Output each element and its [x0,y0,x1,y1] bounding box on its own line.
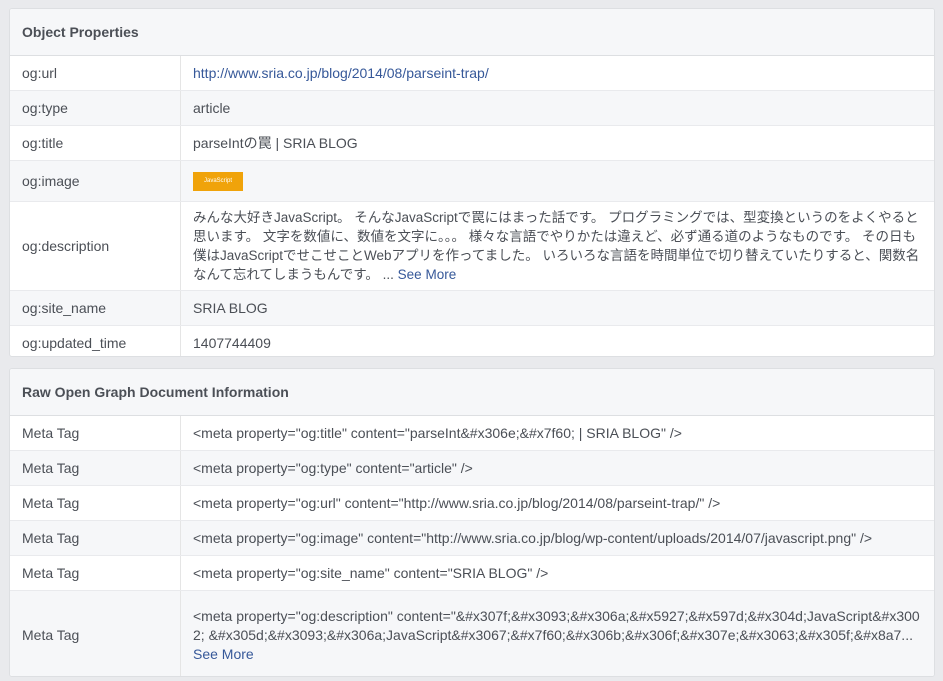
meta-tag-row: Meta Tag <meta property="og:site_name" c… [10,556,934,591]
meta-tag-row: Meta Tag <meta property="og:image" conte… [10,521,934,556]
see-more-link[interactable]: See More [193,646,254,662]
og-description-text: みんな大好きJavaScript。 そんなJavaScriptで罠にはまった話で… [193,210,920,282]
property-key: og:image [10,161,181,201]
property-row-og-type: og:type article [10,91,934,126]
property-key: og:site_name [10,291,181,325]
property-key: og:type [10,91,181,125]
property-row-og-title: og:title parseIntの罠 | SRIA BLOG [10,126,934,161]
property-value: article [193,100,231,116]
meta-tag-key: Meta Tag [10,591,181,676]
meta-tag-row: Meta Tag <meta property="og:title" conte… [10,416,934,451]
meta-tag-key: Meta Tag [10,416,181,450]
meta-tag-row: Meta Tag <meta property="og:type" conten… [10,451,934,486]
meta-tag-row: Meta Tag <meta property="og:url" content… [10,486,934,521]
meta-tag-key: Meta Tag [10,556,181,590]
see-more-link[interactable]: See More [398,267,457,282]
meta-tag-row: Meta Tag <meta property="og:description"… [10,591,934,676]
meta-tag-key: Meta Tag [10,451,181,485]
meta-tag-value: <meta property="og:image" content="http:… [193,530,873,546]
meta-tag-key: Meta Tag [10,486,181,520]
property-key: og:updated_time [10,326,181,356]
meta-tag-key: Meta Tag [10,521,181,555]
property-row-og-url: og:url http://www.sria.co.jp/blog/2014/0… [10,56,934,91]
og-url-link[interactable]: http://www.sria.co.jp/blog/2014/08/parse… [193,65,489,81]
object-properties-header: Object Properties [10,9,934,56]
raw-og-info-header: Raw Open Graph Document Information [10,369,934,416]
property-value: SRIA BLOG [193,300,268,316]
property-key: og:description [10,202,181,290]
object-properties-panel: Object Properties og:url http://www.sria… [9,8,935,357]
meta-tag-value: <meta property="og:site_name" content="S… [193,565,549,581]
property-value: 1407744409 [193,335,271,351]
property-value: parseIntの罠 | SRIA BLOG [193,135,358,151]
meta-tag-value: <meta property="og:type" content="articl… [193,460,473,476]
property-row-og-site-name: og:site_name SRIA BLOG [10,291,934,326]
property-row-og-description: og:description みんな大好きJavaScript。 そんなJava… [10,202,934,291]
property-key: og:url [10,56,181,90]
meta-tag-value: <meta property="og:title" content="parse… [193,425,682,441]
raw-og-info-panel: Raw Open Graph Document Information Meta… [9,368,935,677]
property-key: og:title [10,126,181,160]
property-row-og-updated-time: og:updated_time 1407744409 [10,326,934,356]
meta-tag-value: <meta property="og:url" content="http://… [193,495,721,511]
property-row-og-image: og:image JavaScript [10,161,934,202]
og-image-thumbnail[interactable]: JavaScript [193,171,243,191]
meta-tag-value: <meta property="og:description" content=… [193,607,920,643]
